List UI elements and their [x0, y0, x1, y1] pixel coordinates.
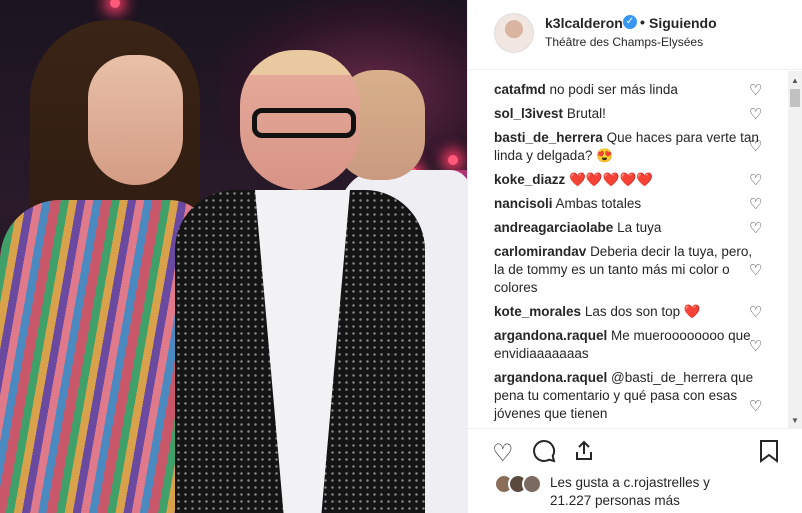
- comment-text: Brutal!: [566, 106, 606, 121]
- comment-item: sol_l3ivest Brutal!: [494, 105, 764, 123]
- comment-username[interactable]: koke_diazz: [494, 172, 565, 187]
- man-glasses: [252, 108, 356, 138]
- comment-item: catafmd no podi ser más linda: [494, 81, 764, 99]
- comments-list[interactable]: catafmd no podi ser más linda ♡ sol_l3iv…: [468, 71, 802, 428]
- post-header: k3lcalderon ✓ • Siguiendo Théâtre des Ch…: [468, 0, 802, 70]
- comment-username[interactable]: andreagarciaolabe: [494, 220, 613, 235]
- bookmark-icon[interactable]: [758, 439, 780, 470]
- comment-text: Las dos son top ❤️: [584, 304, 701, 319]
- follow-status-button[interactable]: Siguiendo: [649, 15, 717, 31]
- like-comment-heart-icon[interactable]: ♡: [749, 105, 762, 123]
- comment-item: koke_diazz ❤️❤️❤️❤️❤️: [494, 171, 764, 189]
- like-comment-heart-icon[interactable]: ♡: [749, 337, 762, 355]
- likes-count[interactable]: 21.227 personas más: [550, 493, 680, 508]
- like-comment-heart-icon[interactable]: ♡: [749, 303, 762, 321]
- scrollbar-thumb[interactable]: [790, 89, 800, 107]
- stage-light: [110, 0, 120, 8]
- comment-text: La tuya: [617, 220, 662, 235]
- comment-text: ❤️❤️❤️❤️❤️: [569, 172, 654, 187]
- username-link[interactable]: k3lcalderon: [545, 15, 623, 31]
- like-comment-heart-icon[interactable]: ♡: [749, 137, 762, 155]
- post-photo[interactable]: [0, 0, 467, 513]
- comment-username[interactable]: kote_morales: [494, 304, 581, 319]
- stage-light: [448, 155, 458, 165]
- post-side-panel: k3lcalderon ✓ • Siguiendo Théâtre des Ch…: [467, 0, 802, 513]
- comment-item: andreagarciaolabe La tuya: [494, 219, 764, 237]
- comment-item: argandona.raquel @basti_de_herrera que p…: [494, 369, 764, 423]
- avatar[interactable]: [494, 13, 534, 53]
- comments-scrollbar[interactable]: ▲ ▼: [788, 71, 802, 428]
- separator-dot: •: [640, 14, 645, 30]
- comment-item: carlomirandav Deberia decir la tuya, per…: [494, 243, 764, 297]
- like-comment-heart-icon[interactable]: ♡: [749, 81, 762, 99]
- comment-text: no podi ser más linda: [549, 82, 678, 97]
- scroll-down-arrow-icon[interactable]: ▼: [791, 416, 799, 425]
- comment-icon[interactable]: [532, 439, 556, 470]
- comment-username[interactable]: basti_de_herrera: [494, 130, 603, 145]
- scroll-up-arrow-icon[interactable]: ▲: [791, 76, 799, 85]
- like-comment-heart-icon[interactable]: ♡: [749, 171, 762, 189]
- share-icon[interactable]: [572, 439, 596, 470]
- comment-item: argandona.raquel Me mueroooooooo que env…: [494, 327, 764, 363]
- like-comment-heart-icon[interactable]: ♡: [749, 195, 762, 213]
- comment-username[interactable]: sol_l3ivest: [494, 106, 563, 121]
- comment-username[interactable]: nancisoli: [494, 196, 553, 211]
- comment-text: Ambas totales: [555, 196, 642, 211]
- like-comment-heart-icon[interactable]: ♡: [749, 397, 762, 415]
- comment-username[interactable]: argandona.raquel: [494, 370, 607, 385]
- like-comment-heart-icon[interactable]: ♡: [749, 261, 762, 279]
- avatar: [522, 474, 542, 494]
- man-sequin-vest: [175, 190, 425, 513]
- location-link[interactable]: Théâtre des Champs-Elysées: [545, 35, 703, 49]
- comment-username[interactable]: catafmd: [494, 82, 546, 97]
- comment-item: nancisoli Ambas totales: [494, 195, 764, 213]
- liker-avatars: [494, 474, 546, 496]
- verified-badge-icon: ✓: [623, 15, 637, 29]
- like-comment-heart-icon[interactable]: ♡: [749, 219, 762, 237]
- comment-item: basti_de_herrera Que haces para verte ta…: [494, 129, 764, 165]
- comment-item: kote_morales Las dos son top ❤️: [494, 303, 764, 321]
- post-actions: ♡: [468, 428, 802, 473]
- comment-username[interactable]: argandona.raquel: [494, 328, 607, 343]
- likes-text-line1[interactable]: Les gusta a c.rojastrelles y: [550, 475, 710, 490]
- comment-username[interactable]: carlomirandav: [494, 244, 586, 259]
- heart-icon[interactable]: ♡: [492, 439, 514, 468]
- woman-face: [88, 55, 183, 185]
